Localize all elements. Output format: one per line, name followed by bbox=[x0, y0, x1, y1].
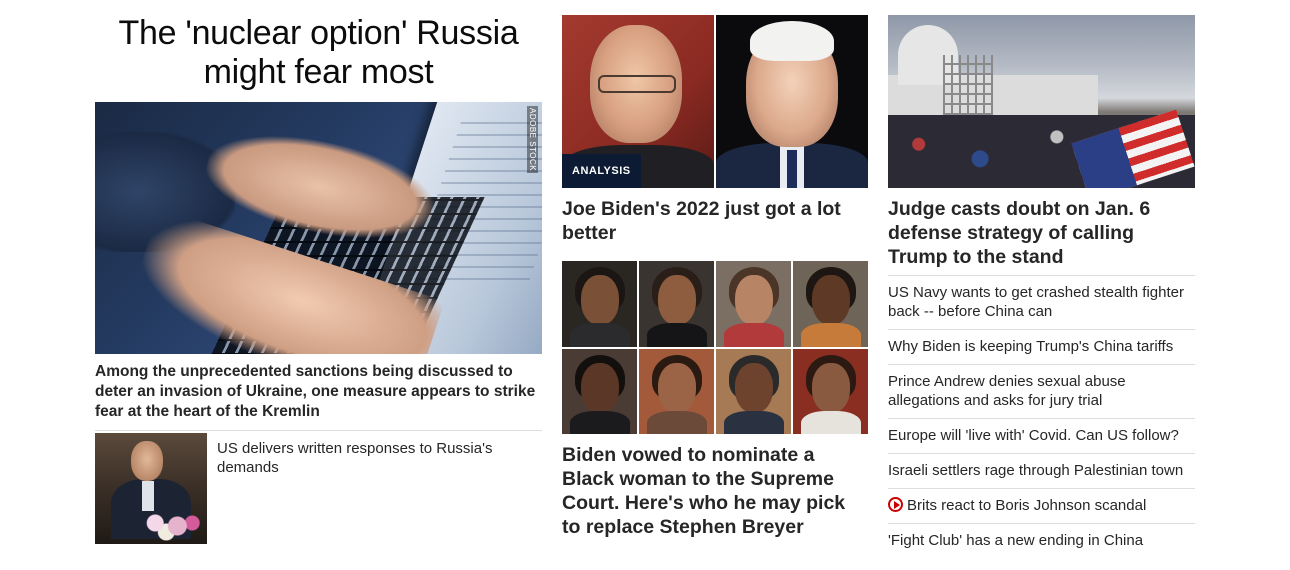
list-item[interactable]: 'Fight Club' has a new ending in China bbox=[888, 523, 1195, 558]
list-item[interactable]: US Navy wants to get crashed stealth fig… bbox=[888, 275, 1195, 329]
lead-headline[interactable]: The 'nuclear option' Russia might fear m… bbox=[95, 14, 542, 92]
nominee-photo bbox=[562, 261, 637, 347]
nominee-photo bbox=[793, 348, 868, 434]
nominee-photo bbox=[639, 348, 714, 434]
capitol-riot-image[interactable] bbox=[888, 15, 1195, 188]
headline-list: US Navy wants to get crashed stealth fig… bbox=[888, 275, 1195, 558]
related-story[interactable]: US delivers written responses to Russia'… bbox=[95, 433, 542, 544]
nominee-photo bbox=[716, 348, 791, 434]
related-story-thumbnail[interactable] bbox=[95, 433, 207, 544]
image-credit: ADOBE STOCK bbox=[527, 106, 538, 174]
list-item-label: Brits react to Boris Johnson scandal bbox=[907, 497, 1147, 514]
story-headline-supreme-court[interactable]: Biden vowed to nominate a Black woman to… bbox=[562, 443, 868, 539]
play-circle-icon bbox=[888, 497, 903, 512]
related-story-link[interactable]: US delivers written responses to Russia'… bbox=[217, 439, 517, 544]
nominee-photo bbox=[639, 261, 714, 347]
lead-story-column: The 'nuclear option' Russia might fear m… bbox=[95, 0, 542, 544]
nominee-photo bbox=[716, 261, 791, 347]
nominee-photo bbox=[793, 261, 868, 347]
middle-column: ANALYSIS Joe Biden's 2022 just got a lot… bbox=[562, 0, 868, 539]
analysis-badge: ANALYSIS bbox=[562, 154, 641, 188]
biden-breyer-image[interactable]: ANALYSIS bbox=[562, 15, 868, 188]
lead-story-image[interactable]: ADOBE STOCK bbox=[95, 102, 542, 354]
nominee-photo bbox=[562, 348, 637, 434]
story-headline-biden-2022[interactable]: Joe Biden's 2022 just got a lot better bbox=[562, 197, 868, 245]
list-item[interactable]: Why Biden is keeping Trump's China tarif… bbox=[888, 329, 1195, 364]
story-headline-jan6[interactable]: Judge casts doubt on Jan. 6 defense stra… bbox=[888, 197, 1195, 269]
list-item[interactable]: Europe will 'live with' Covid. Can US fo… bbox=[888, 418, 1195, 453]
lead-story-caption[interactable]: Among the unprecedented sanctions being … bbox=[95, 362, 542, 431]
right-column: Judge casts doubt on Jan. 6 defense stra… bbox=[888, 0, 1195, 558]
list-item-video[interactable]: Brits react to Boris Johnson scandal bbox=[888, 488, 1195, 523]
list-item[interactable]: Prince Andrew denies sexual abuse allega… bbox=[888, 364, 1195, 418]
list-item[interactable]: Israeli settlers rage through Palestinia… bbox=[888, 453, 1195, 488]
nominees-photo-grid[interactable] bbox=[562, 261, 868, 434]
